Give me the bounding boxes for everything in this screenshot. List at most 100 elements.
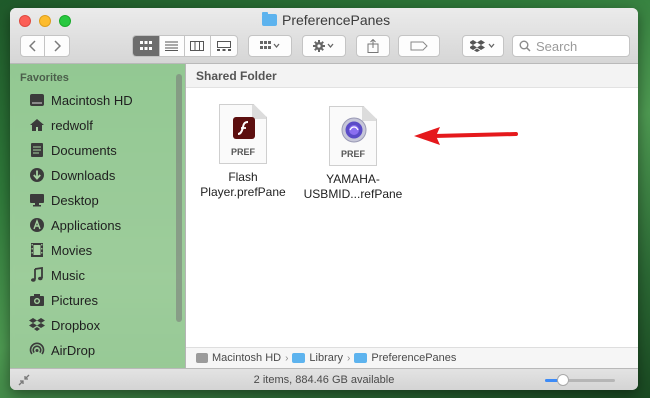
search-field[interactable] — [512, 35, 630, 57]
sidebar-item-label: Macintosh HD — [51, 92, 133, 108]
sidebar-item-pictures[interactable]: Pictures — [28, 290, 98, 310]
share-button[interactable] — [356, 35, 390, 57]
group-by-button[interactable] — [248, 35, 292, 57]
icon-view-icon — [139, 41, 152, 50]
status-text: 2 items, 884.46 GB available — [253, 374, 395, 386]
red-arrow-annotation — [414, 127, 518, 145]
sidebar-item-downloads[interactable]: Downloads — [28, 165, 115, 185]
movies-icon — [28, 242, 45, 259]
close-window-button[interactable] — [19, 15, 31, 27]
search-icon — [519, 40, 531, 52]
chevron-right-icon: › — [285, 352, 289, 364]
music-icon — [28, 267, 45, 284]
sidebar-item-redwolf[interactable]: redwolf — [28, 115, 93, 135]
sidebar-item-label: Movies — [51, 242, 93, 258]
sidebar-item-label: Pictures — [51, 292, 98, 308]
file-area: Shared Folder PREF Flash Player.prefPane — [186, 64, 638, 368]
folder-icon — [262, 12, 277, 26]
sidebar-item-dropbox[interactable]: Dropbox — [28, 315, 100, 335]
sidebar: Favorites Macintosh HD redwolf Documents… — [10, 64, 186, 368]
sidebar-item-label: redwolf — [51, 117, 93, 133]
sidebar-item-movies[interactable]: Movies — [28, 240, 92, 260]
group-by-icon — [260, 41, 280, 49]
sidebar-item-documents[interactable]: Documents — [28, 140, 117, 160]
downloads-icon — [28, 167, 45, 184]
tags-button[interactable] — [398, 35, 440, 57]
minimize-window-button[interactable] — [39, 15, 51, 27]
sidebar-item-label: Documents — [51, 142, 117, 158]
status-bar: 2 items, 884.46 GB available — [10, 368, 638, 390]
icon-view-button[interactable] — [133, 36, 160, 56]
file-name-line2: Player.prefPane — [200, 185, 286, 199]
chevron-right-icon — [54, 40, 61, 52]
applications-icon — [28, 217, 45, 234]
tag-icon — [410, 41, 428, 51]
file-yamaha-usbmidi-prefpane[interactable]: PREF YAMAHA- USBMID...refPane — [298, 106, 408, 202]
sidebar-item-airdrop[interactable]: AirDrop — [28, 340, 95, 360]
action-menu-button[interactable] — [302, 35, 346, 57]
folder-icon — [354, 353, 368, 363]
path-bar: Macintosh HD › Library › PreferencePanes — [186, 347, 638, 368]
path-item-macintosh-hd[interactable]: Macintosh HD — [212, 352, 281, 364]
dropbox-button[interactable] — [462, 35, 504, 57]
pref-badge: PREF — [230, 147, 255, 157]
chevron-right-icon: › — [347, 352, 351, 364]
sidebar-item-label: AirDrop — [51, 342, 96, 358]
folder-icon — [292, 353, 306, 363]
sidebar-item-desktop[interactable]: Desktop — [28, 190, 99, 210]
section-header: Shared Folder — [186, 64, 638, 88]
column-view-icon — [190, 41, 205, 51]
chevron-left-icon — [28, 40, 36, 52]
hard-drive-icon — [196, 353, 208, 363]
list-view-icon — [165, 41, 179, 51]
view-mode-control — [132, 35, 238, 57]
search-input[interactable] — [536, 38, 616, 54]
file-name: YAMAHA- USBMID...refPane — [304, 172, 403, 202]
window-title-text: PreferencePanes — [282, 12, 391, 28]
gear-icon — [313, 40, 334, 52]
pictures-icon — [28, 292, 45, 309]
zoom-window-button[interactable] — [59, 15, 71, 27]
sidebar-item-label: Downloads — [51, 167, 116, 183]
path-item-library[interactable]: Library — [309, 352, 343, 364]
file-name-line2: USBMID...refPane — [303, 187, 403, 201]
forward-button[interactable] — [45, 36, 69, 56]
file-name-line1: YAMAHA- — [326, 172, 380, 186]
slider-knob[interactable] — [556, 374, 569, 386]
pref-document-icon: PREF — [329, 106, 377, 166]
finder-window: PreferencePanes Search Favorites Macinto… — [10, 8, 638, 390]
sidebar-heading-favorites: Favorites — [20, 72, 69, 84]
pref-document-icon: PREF — [219, 104, 267, 164]
sidebar-item-label: Dropbox — [51, 317, 101, 333]
icon-size-slider[interactable] — [545, 374, 615, 386]
yamaha-pref-icon — [341, 117, 367, 143]
column-view-button[interactable] — [185, 36, 211, 56]
sidebar-item-macintosh-hd[interactable]: Macintosh HD — [28, 90, 133, 110]
window-title: PreferencePanes — [262, 12, 390, 28]
file-name: Flash Player.prefPane — [200, 170, 285, 200]
sidebar-item-applications[interactable]: Applications — [28, 215, 121, 235]
sidebar-item-music[interactable]: Music — [28, 265, 85, 285]
home-icon — [28, 117, 45, 134]
dropbox-icon — [28, 317, 45, 334]
title-bar: PreferencePanes — [10, 8, 638, 64]
documents-icon — [28, 142, 45, 159]
hard-drive-icon — [28, 92, 45, 109]
path-item-preferencepanes[interactable]: PreferencePanes — [371, 352, 456, 364]
desktop-icon — [28, 192, 45, 209]
navigation-buttons — [20, 35, 70, 57]
share-icon — [367, 39, 379, 53]
gallery-view-icon — [216, 41, 231, 51]
dropbox-icon — [470, 40, 495, 52]
airdrop-icon — [28, 342, 45, 359]
file-flash-player-prefpane[interactable]: PREF Flash Player.prefPane — [188, 104, 298, 200]
file-name-line1: Flash — [228, 170, 258, 184]
sidebar-item-label: Desktop — [51, 192, 99, 208]
back-button[interactable] — [21, 36, 46, 56]
sidebar-scrollbar[interactable] — [176, 74, 182, 322]
flash-icon — [233, 117, 255, 139]
gallery-view-button[interactable] — [211, 36, 237, 56]
list-view-button[interactable] — [160, 36, 186, 56]
sidebar-item-label: Music — [51, 267, 85, 283]
sidebar-item-label: Applications — [51, 217, 122, 233]
